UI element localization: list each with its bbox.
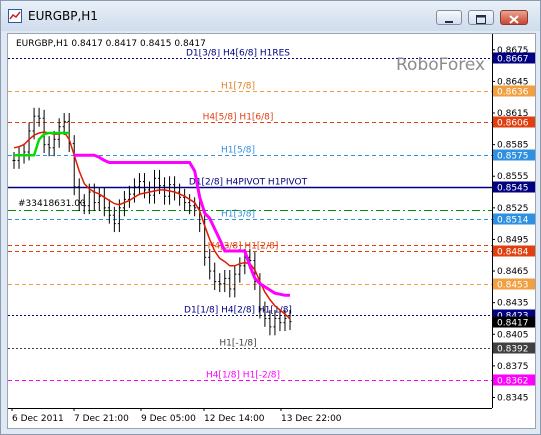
price-tag-label: 0.8362: [497, 377, 529, 387]
price-tag-label: 0.8606: [497, 119, 529, 129]
price-tick-label: 0.8555: [497, 172, 529, 182]
price-tick-label: 0.8495: [497, 235, 529, 245]
minimize-button[interactable]: [436, 10, 462, 25]
price-axis: 0.86750.86450.86150.85850.85550.85250.84…: [492, 34, 535, 408]
level-label: H4[1/8] H1[-2/8]: [206, 371, 280, 381]
chart-header: EURGBP,H1 0.8417 0.8417 0.8415 0.8417: [16, 39, 206, 49]
price-tag-label: 0.8575: [497, 152, 529, 162]
time-tick-label: 7 Dec 21:00: [74, 414, 129, 424]
time-axis: 6 Dec 2011 7 Dec 21:00 9 Dec 05:00 12 Dec 1…: [8, 408, 492, 424]
level-label: H1[-1/8]: [219, 339, 256, 349]
current-price-label: 0.8417: [497, 319, 529, 329]
price-tick-label: 0.8525: [497, 204, 529, 214]
price-tick-label: 0.8435: [497, 299, 529, 309]
level-label: D1[2/8] H4PIVOT H1PIVOT: [189, 178, 308, 188]
time-tick-label: 6 Dec 2011: [12, 414, 64, 424]
close-icon: [509, 15, 519, 24]
chart-window-icon: [8, 9, 22, 23]
window-title: EURGBP,H1: [28, 9, 98, 23]
price-tick-label: 0.8585: [497, 141, 529, 151]
maximize-button[interactable]: [468, 10, 494, 25]
time-tick-label: 9 Dec 05:00: [141, 414, 196, 424]
price-tick-label: 0.8405: [497, 330, 529, 340]
price-tick-label: 0.8465: [497, 267, 529, 277]
chart-area[interactable]: D1[3/8] H4[6/8] H1RES H1[7/8] H4[5/8] H1[6…: [7, 33, 536, 429]
level-lines: D1[3/8] H4[6/8] H1RES H1[7/8] H4[5/8] H1[6…: [8, 49, 492, 381]
series-layer: [12, 107, 292, 336]
chart-window: EURGBP,H1 D1[3/8] H4[6/8] H1RES H1[7/8] H4…: [0, 0, 541, 435]
level-label: H1[5/8]: [221, 146, 255, 156]
indicator-comment: #33418631.00: [18, 199, 86, 209]
close-button[interactable]: [500, 10, 528, 25]
time-tick-label: 13 Dec 22:00: [281, 414, 342, 424]
price-tag-label: 0.8484: [497, 248, 529, 258]
price-tag-label: 0.8545: [497, 184, 529, 194]
indicator-line: [13, 131, 291, 320]
price-tick-label: 0.8345: [497, 393, 529, 403]
title-bar[interactable]: EURGBP,H1: [1, 1, 540, 31]
level-label: H1[3/8]: [221, 210, 255, 220]
level-label: D1[3/8] H4[6/8] H1RES: [186, 49, 290, 59]
minimize-icon: [445, 21, 453, 23]
price-tag-label: 0.8636: [497, 88, 529, 98]
level-label: H4[5/8] H1[6/8]: [203, 113, 274, 123]
watermark-logo: RoboForex: [396, 55, 485, 75]
price-tag-label: 0.8453: [497, 281, 529, 291]
price-tick-label: 0.8375: [497, 362, 529, 372]
price-tag-label: 0.8667: [497, 55, 529, 65]
indicator-line: [74, 153, 290, 297]
time-tick-label: 12 Dec 14:00: [204, 414, 265, 424]
price-tag-label: 0.8392: [497, 345, 529, 355]
level-label: H1[7/8]: [221, 82, 255, 92]
indicator-line: [14, 131, 70, 157]
price-tag-label: 0.8514: [497, 216, 529, 226]
price-chart[interactable]: D1[3/8] H4[6/8] H1RES H1[7/8] H4[5/8] H1[6…: [8, 34, 535, 428]
restore-icon: [476, 15, 486, 24]
